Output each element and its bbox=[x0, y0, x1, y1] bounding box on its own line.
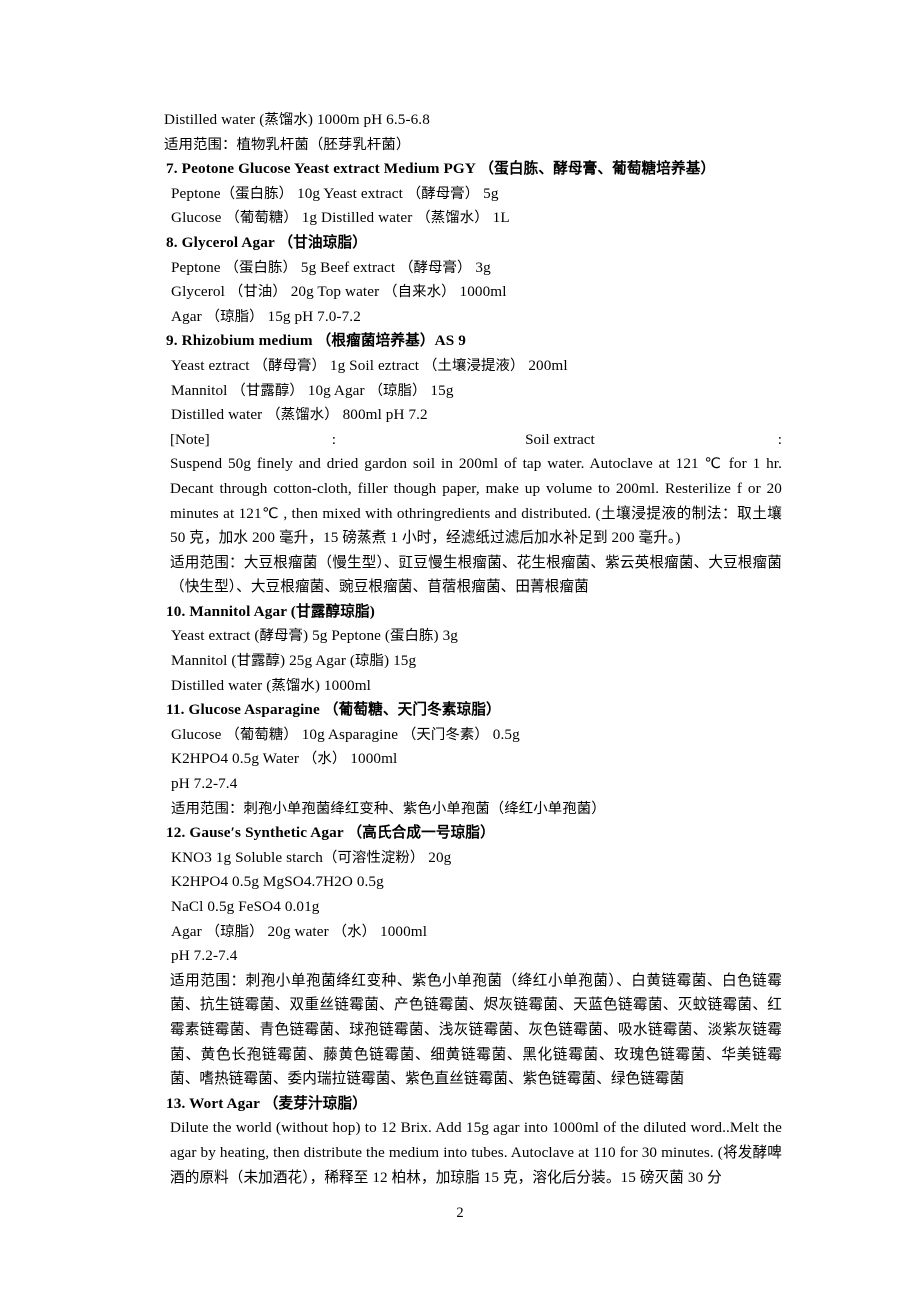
line-gause-kno3: KNO3 1g Soluble starch（可溶性淀粉） 20g bbox=[171, 848, 452, 866]
line-scope-lactobacillus: 适用范围：植物乳杆菌（胚芽乳杆菌） bbox=[164, 136, 411, 153]
document-page: Distilled water (蒸馏水) 1000m pH 6.5-6.8 适用… bbox=[0, 0, 920, 1302]
para-wort-agar-method: Dilute the world (without hop) to 12 Bri… bbox=[170, 1119, 782, 1186]
heading-07-pgy: 7. Peotone Glucose Yeast extract Medium … bbox=[166, 160, 716, 178]
note-soil-extract-label: Soil extract bbox=[525, 430, 595, 448]
line-gause-agar: Agar （琼脂） 20g water （水） 1000ml bbox=[171, 922, 428, 940]
heading-11-glucose-asparagine: 11. Glucose Asparagine （葡萄糖、天门冬素琼脂） bbox=[166, 701, 501, 719]
para-scope-streptomyces: 适用范围：刺孢小单孢菌绛红变种、紫色小单孢菌（绛红小单孢菌）、白黄链霉菌、白色链… bbox=[170, 971, 782, 1088]
note-label: [Note] bbox=[170, 430, 210, 448]
heading-10-mannitol-agar: 10. Mannitol Agar (甘露醇琼脂) bbox=[166, 602, 375, 620]
heading-09-rhizobium-medium: 9. Rhizobium medium （根瘤菌培养基）AS 9 bbox=[166, 332, 467, 350]
line-pgy-peptone: Peptone（蛋白胨） 10g Yeast extract （酵母膏） 5g bbox=[171, 184, 499, 202]
line-gause-nacl: NaCl 0.5g FeSO4 0.01g bbox=[171, 898, 320, 915]
line-glycerol-peptone: Peptone （蛋白胨） 5g Beef extract （酵母膏） 3g bbox=[171, 258, 491, 276]
line-mannitol-water: Distilled water (蒸馏水) 1000ml bbox=[171, 676, 371, 694]
page-number: 2 bbox=[456, 1205, 464, 1221]
para-soil-extract-method: Suspend 50g finely and dried gardon soil… bbox=[170, 455, 782, 547]
line-pgy-glucose: Glucose （葡萄糖） 1g Distilled water （蒸馏水） 1… bbox=[171, 209, 510, 227]
line-scope-micromonospora: 适用范围：刺孢小单孢菌绛红变种、紫色小单孢菌（绛红小单孢菌） bbox=[171, 800, 606, 817]
line-asparagine-k2hpo4: K2HPO4 0.5g Water （水） 1000ml bbox=[171, 750, 398, 768]
line-asparagine-glucose: Glucose （葡萄糖） 10g Asparagine （天门冬素） 0.5g bbox=[171, 725, 520, 743]
heading-12-gause-synthetic-agar: 12. Gause′s Synthetic Agar （高氏合成一号琼脂） bbox=[166, 824, 495, 842]
line-glycerol-glycerol: Glycerol （甘油） 20g Top water （自来水） 1000ml bbox=[171, 283, 507, 301]
para-scope-rhizobium: 适用范围：大豆根瘤菌（慢生型）、豇豆慢生根瘤菌、花生根瘤菌、紫云英根瘤菌、大豆根… bbox=[170, 553, 782, 596]
line-gause-ph: pH 7.2-7.4 bbox=[171, 947, 238, 965]
line-mannitol-yeast: Yeast extract (酵母膏) 5g Peptone (蛋白胨) 3g bbox=[171, 627, 458, 645]
line-gause-k2hpo4: K2HPO4 0.5g MgSO4.7H2O 0.5g bbox=[171, 873, 384, 891]
document-body: Distilled water (蒸馏水) 1000m pH 6.5-6.8 适用… bbox=[164, 108, 782, 1190]
line-mannitol-mannitol: Mannitol (甘露醇) 25g Agar (琼脂) 15g bbox=[171, 652, 417, 670]
line-rhizobium-mannitol: Mannitol （甘露醇） 10g Agar （琼脂） 15g bbox=[171, 381, 454, 399]
line-glycerol-agar-ph: Agar （琼脂） 15g pH 7.0-7.2 bbox=[171, 307, 361, 325]
line-rhizobium-yeast: Yeast eztract （酵母膏） 1g Soil eztract （土壤浸… bbox=[171, 356, 568, 374]
heading-13-wort-agar: 13. Wort Agar （麦芽汁琼脂） bbox=[166, 1094, 367, 1112]
note-colon-2: : bbox=[777, 430, 782, 448]
line-asparagine-ph: pH 7.2-7.4 bbox=[171, 775, 238, 793]
line-rhizobium-water: Distilled water （蒸馏水） 800ml pH 7.2 bbox=[171, 406, 428, 424]
line-note-soil-extract: [Note]: Soil extract: bbox=[164, 428, 782, 453]
line-distilled-water-ph: Distilled water (蒸馏水) 1000m pH 6.5-6.8 bbox=[164, 111, 430, 128]
heading-08-glycerol-agar: 8. Glycerol Agar （甘油琼脂） bbox=[166, 233, 367, 251]
